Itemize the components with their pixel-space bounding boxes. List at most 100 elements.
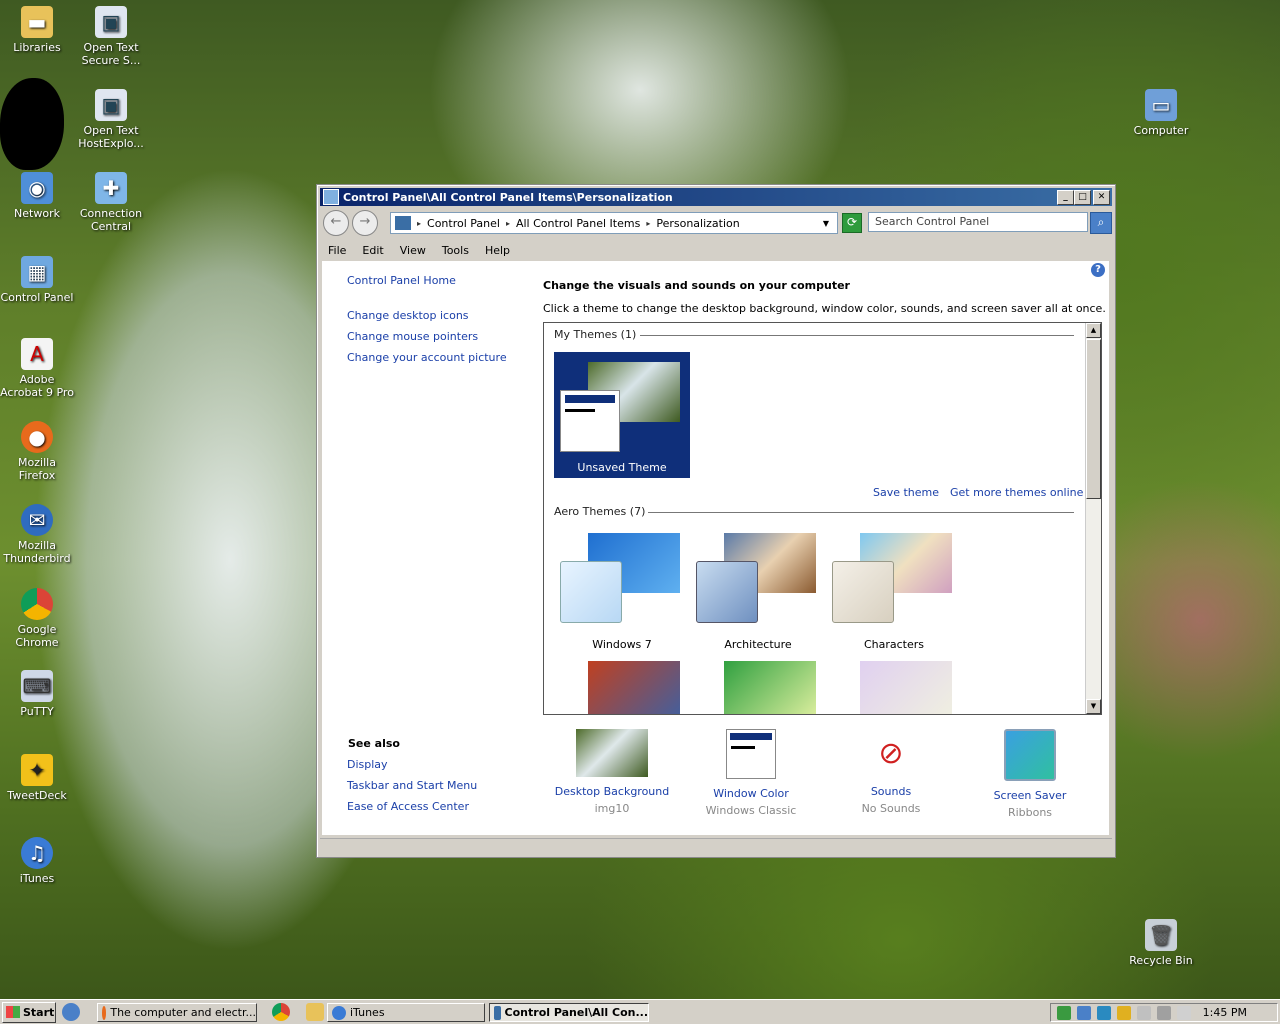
themes-scrollbar[interactable]: ▲ ▼: [1085, 323, 1101, 714]
help-icon[interactable]: ?: [1091, 263, 1105, 277]
change-desktop-icons-link[interactable]: Change desktop icons: [347, 309, 469, 322]
volume-icon[interactable]: [1177, 1005, 1191, 1020]
desktop-icon-tweetdeck[interactable]: ✦ TweetDeck: [0, 754, 74, 802]
change-mouse-pointers-link[interactable]: Change mouse pointers: [347, 330, 478, 343]
screen-saver-icon: [1004, 729, 1056, 781]
search-input[interactable]: Search Control Panel: [868, 212, 1088, 232]
breadcrumb-control-panel[interactable]: Control Panel: [427, 217, 500, 230]
tweetdeck-icon: ✦: [21, 754, 53, 786]
scroll-up-icon[interactable]: ▲: [1086, 323, 1101, 338]
page-subtitle: Click a theme to change the desktop back…: [543, 302, 1106, 315]
task-control-panel[interactable]: Control Panel\All Con...: [489, 1003, 649, 1022]
chrome-quicklaunch-icon[interactable]: [272, 1003, 290, 1021]
divider: [640, 335, 1074, 336]
desktop-icon-thunderbird[interactable]: ✉ Mozilla Thunderbird: [0, 504, 74, 565]
theme-windows-7[interactable]: Windows 7: [554, 529, 690, 655]
breadcrumb-personalization[interactable]: Personalization: [656, 217, 739, 230]
close-button[interactable]: ✕: [1093, 190, 1110, 205]
theme-thumbnail-partial[interactable]: [588, 661, 680, 714]
redacted-area: [0, 78, 64, 170]
security-shield-icon[interactable]: [1117, 1005, 1131, 1020]
connection-tray-icon[interactable]: [1077, 1005, 1091, 1020]
desktop-icon-computer[interactable]: ▭ Computer: [1124, 89, 1198, 137]
save-theme-link[interactable]: Save theme: [873, 486, 939, 499]
explorer-quicklaunch-icon[interactable]: [306, 1003, 324, 1021]
change-account-picture-link[interactable]: Change your account picture: [347, 351, 507, 364]
scroll-down-icon[interactable]: ▼: [1086, 699, 1101, 714]
desktop-icon-firefox[interactable]: ● Mozilla Firefox: [0, 421, 74, 482]
themes-list[interactable]: My Themes (1) Unsaved Theme Save theme G…: [543, 322, 1102, 715]
display-link[interactable]: Display: [347, 758, 388, 771]
forward-button[interactable]: →: [352, 210, 378, 236]
address-bar[interactable]: ▸ Control Panel ▸ All Control Panel Item…: [390, 212, 838, 234]
device-tray-icon[interactable]: [1137, 1005, 1151, 1020]
system-tray: 1:45 PM: [1050, 1003, 1278, 1022]
sync-tray-icon[interactable]: [1097, 1005, 1111, 1020]
chevron-down-icon[interactable]: ▼: [823, 219, 829, 228]
desktop-icon-putty[interactable]: ⌨ PuTTY: [0, 670, 74, 718]
navigation-bar: ← → ▸ Control Panel ▸ All Control Panel …: [320, 209, 1112, 237]
sounds-setting[interactable]: ⊘ Sounds No Sounds: [831, 729, 951, 816]
control-panel-home-link[interactable]: Control Panel Home: [347, 274, 456, 287]
control-panel-icon: [323, 189, 339, 205]
breadcrumb-all-items[interactable]: All Control Panel Items: [516, 217, 640, 230]
menu-bar: File Edit View Tools Help: [320, 240, 1112, 260]
menu-tools[interactable]: Tools: [442, 244, 469, 257]
desktop-icon-control-panel[interactable]: ▦ Control Panel: [0, 256, 74, 304]
maximize-button[interactable]: □: [1074, 190, 1091, 205]
ie-quicklaunch-icon[interactable]: [62, 1003, 80, 1021]
get-more-themes-link[interactable]: Get more themes online: [950, 486, 1083, 499]
theme-architecture[interactable]: Architecture: [690, 529, 826, 655]
connection-icon: ✚: [95, 172, 127, 204]
window-color-preview: [560, 390, 620, 452]
flag-tray-icon[interactable]: [1157, 1005, 1171, 1020]
theme-characters[interactable]: Characters: [826, 529, 962, 655]
network-tray-icon[interactable]: [1057, 1005, 1071, 1020]
menu-view[interactable]: View: [400, 244, 426, 257]
desktop-icon-libraries[interactable]: ▬ Libraries: [0, 6, 74, 54]
desktop-icon-chrome[interactable]: Google Chrome: [0, 588, 74, 649]
scroll-thumb[interactable]: [1086, 339, 1101, 499]
desktop-icon-network[interactable]: ◉ Network: [0, 172, 74, 220]
screen-saver-setting[interactable]: Screen Saver Ribbons: [970, 729, 1090, 819]
divider: [648, 512, 1074, 513]
control-panel-icon: [395, 216, 411, 230]
window-color-setting[interactable]: Window Color Windows Classic: [691, 729, 811, 817]
putty-icon: ⌨: [21, 670, 53, 702]
back-button[interactable]: ←: [323, 210, 349, 236]
menu-help[interactable]: Help: [485, 244, 510, 257]
taskbar-start-menu-link[interactable]: Taskbar and Start Menu: [347, 779, 477, 792]
start-button[interactable]: Start: [2, 1001, 56, 1023]
clock[interactable]: 1:45 PM: [1203, 1006, 1247, 1019]
window-color-preview: [832, 561, 894, 623]
ease-of-access-link[interactable]: Ease of Access Center: [347, 800, 469, 813]
thunderbird-icon: ✉: [21, 504, 53, 536]
personalization-window: Control Panel\All Control Panel Items\Pe…: [316, 184, 1116, 858]
title-bar[interactable]: Control Panel\All Control Panel Items\Pe…: [320, 188, 1112, 206]
network-icon: ◉: [21, 172, 53, 204]
see-also-heading: See also: [348, 737, 400, 750]
desktop-icon-itunes[interactable]: ♫ iTunes: [0, 837, 74, 885]
theme-thumbnail-partial[interactable]: [860, 661, 952, 714]
itunes-icon: [332, 1005, 346, 1020]
menu-edit[interactable]: Edit: [362, 244, 383, 257]
refresh-button[interactable]: ⟳: [842, 213, 862, 233]
desktop-background-setting[interactable]: Desktop Background img10: [552, 729, 672, 815]
desktop-icon-opentext-secure[interactable]: ▣ Open Text Secure S...: [74, 6, 148, 67]
menu-file[interactable]: File: [328, 244, 346, 257]
theme-unsaved[interactable]: Unsaved Theme: [554, 352, 690, 478]
desktop-icon-adobe-acrobat[interactable]: A Adobe Acrobat 9 Pro: [0, 338, 74, 399]
search-icon[interactable]: ⌕: [1090, 212, 1112, 234]
desktop-icon-opentext-hostexplorer[interactable]: ▣ Open Text HostExplo...: [74, 89, 148, 150]
my-themes-label: My Themes (1): [554, 328, 637, 341]
task-firefox[interactable]: The computer and electr...: [97, 1003, 257, 1022]
desktop-icon-connection-central[interactable]: ✚ Connection Central: [74, 172, 148, 233]
control-panel-icon: ▦: [21, 256, 53, 288]
shortcut-icon: ▣: [95, 89, 127, 121]
desktop-icon-recycle-bin[interactable]: 🗑 Recycle Bin: [1124, 919, 1198, 967]
window-color-preview: [560, 561, 622, 623]
task-itunes[interactable]: iTunes: [327, 1003, 485, 1022]
minimize-button[interactable]: _: [1057, 190, 1074, 205]
theme-thumbnail-partial[interactable]: [724, 661, 816, 714]
folder-icon: ▬: [21, 6, 53, 38]
